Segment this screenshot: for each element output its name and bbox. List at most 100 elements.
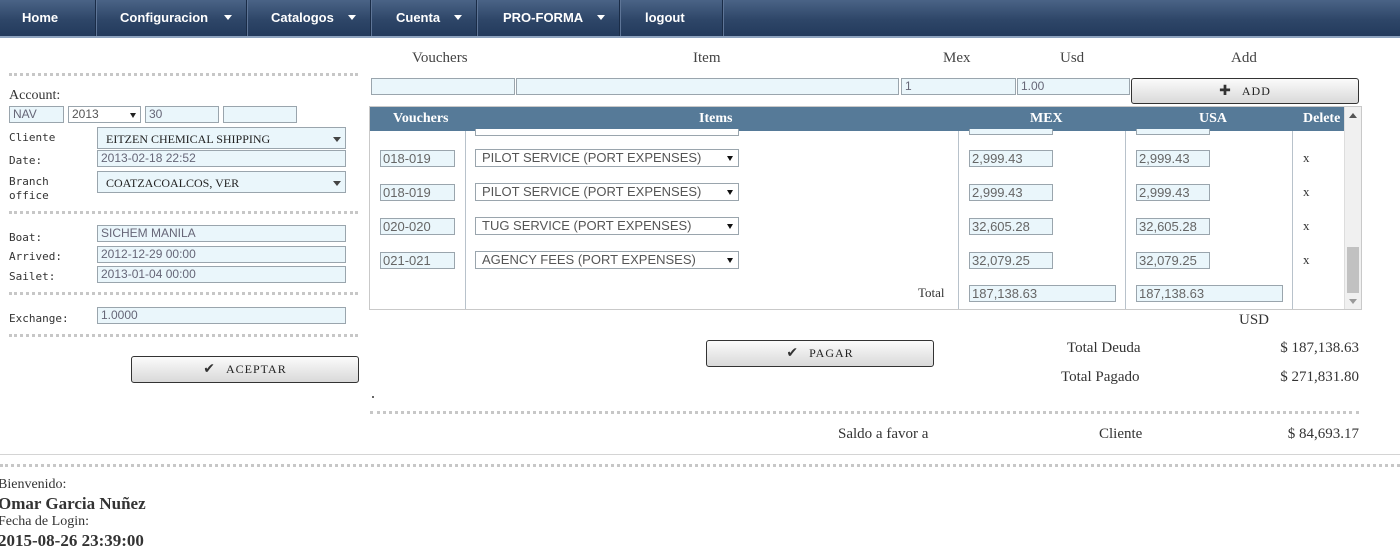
- total-label: Total: [918, 285, 945, 300]
- chevron-down-icon: [727, 258, 733, 263]
- row-mex-input[interactable]: 32,605.28: [969, 218, 1053, 235]
- account-year-value: 2013: [72, 107, 99, 121]
- pagar-button-label: PAGAR: [809, 346, 854, 360]
- account-label: Account:: [9, 88, 61, 103]
- scroll-down-icon[interactable]: [1349, 299, 1357, 304]
- add-mex-input[interactable]: 1: [901, 78, 1016, 95]
- boat-label: Boat:: [9, 231, 43, 244]
- arrived-input[interactable]: 2012-12-29 00:00: [97, 246, 346, 263]
- nav-cuenta-label: Cuenta: [396, 10, 441, 25]
- account-prefix-input[interactable]: NAV: [9, 106, 64, 123]
- row-mex-input[interactable]: 32,079.25: [969, 252, 1053, 269]
- row-usa-input[interactable]: 2,999.43: [1136, 150, 1210, 167]
- add-add-header: Add: [1231, 50, 1257, 66]
- pagar-button[interactable]: ✔ PAGAR: [706, 340, 934, 367]
- plus-icon: ✚: [1219, 83, 1232, 99]
- chevron-down-icon: [333, 181, 341, 186]
- table-row-partial: [1136, 129, 1210, 135]
- chevron-down-icon: [130, 113, 136, 118]
- row-item-select[interactable]: AGENCY FEES (PORT EXPENSES): [475, 251, 739, 269]
- add-vouchers-input[interactable]: [371, 78, 515, 95]
- row-delete-button[interactable]: x: [1303, 218, 1310, 234]
- row-item-select[interactable]: PILOT SERVICE (PORT EXPENSES): [475, 149, 739, 167]
- arrived-label: Arrived:: [9, 250, 62, 263]
- separator: [9, 292, 358, 295]
- saldo-party: Cliente: [1099, 426, 1143, 442]
- welcome-label: Bienvenido:: [0, 477, 67, 492]
- sailet-input[interactable]: 2013-01-04 00:00: [97, 266, 346, 283]
- row-mex-input[interactable]: 2,999.43: [969, 150, 1053, 167]
- column-divider: [958, 131, 959, 309]
- scroll-up-icon[interactable]: [1349, 113, 1357, 118]
- cliente-select[interactable]: EITZEN CHEMICAL SHIPPING: [97, 127, 346, 149]
- col-delete-header: Delete: [1303, 111, 1341, 126]
- row-usa-input[interactable]: 2,999.43: [1136, 184, 1210, 201]
- account-number-input[interactable]: 30: [145, 106, 219, 123]
- aceptar-button-label: ACEPTAR: [226, 362, 287, 376]
- chevron-down-icon: [727, 224, 733, 229]
- add-mex-header: Mex: [943, 50, 971, 66]
- row-voucher-input[interactable]: 018-019: [380, 184, 455, 201]
- branch-label-line2: office: [9, 189, 49, 202]
- nav-pro-forma[interactable]: PRO-FORMA: [477, 0, 620, 36]
- chevron-down-icon: [727, 156, 733, 161]
- cliente-label: Cliente: [9, 131, 56, 144]
- total-deuda-value: $ 187,138.63: [1280, 340, 1359, 356]
- add-button[interactable]: ✚ ADD: [1131, 78, 1359, 104]
- chevron-down-icon: [454, 15, 462, 20]
- table-scrollbar[interactable]: [1344, 107, 1361, 309]
- date-label: Date:: [9, 154, 43, 167]
- row-voucher-input[interactable]: 018-019: [380, 150, 455, 167]
- nav-pro-forma-label: PRO-FORMA: [503, 10, 584, 25]
- aceptar-button[interactable]: ✔ ACEPTAR: [131, 356, 359, 383]
- row-mex-input[interactable]: 2,999.43: [969, 184, 1053, 201]
- table-row-partial: [475, 129, 739, 136]
- separator: [9, 211, 358, 214]
- total-pagado-value: $ 271,831.80: [1280, 369, 1359, 385]
- row-item-select[interactable]: TUG SERVICE (PORT EXPENSES): [475, 217, 739, 235]
- column-divider: [465, 131, 466, 309]
- row-item-select[interactable]: PILOT SERVICE (PORT EXPENSES): [475, 183, 739, 201]
- table-row-partial: [969, 129, 1053, 135]
- nav-cuenta[interactable]: Cuenta: [371, 0, 477, 36]
- row-voucher-input[interactable]: 021-021: [380, 252, 455, 269]
- nav-home-label: Home: [22, 10, 59, 25]
- nav-catalogos[interactable]: Catalogos: [247, 0, 371, 36]
- date-input[interactable]: 2013-02-18 22:52: [97, 150, 346, 167]
- sailet-label: Sailet:: [9, 270, 56, 283]
- exchange-label: Exchange:: [9, 312, 69, 325]
- col-usa-header: USA: [1199, 111, 1228, 126]
- column-divider: [1292, 131, 1293, 309]
- row-delete-button[interactable]: x: [1303, 150, 1310, 166]
- add-button-label: ADD: [1241, 84, 1271, 98]
- login-date-label: Fecha de Login:: [0, 514, 89, 529]
- add-usd-input[interactable]: 1.00: [1017, 78, 1130, 95]
- total-deuda-label: Total Deuda: [1067, 340, 1141, 356]
- chevron-down-icon: [597, 15, 605, 20]
- row-usa-input[interactable]: 32,079.25: [1136, 252, 1210, 269]
- exchange-input[interactable]: 1.0000: [97, 307, 346, 324]
- nav-logout[interactable]: logout: [620, 0, 723, 36]
- nav-configuracion-label: Configuracion: [120, 10, 209, 25]
- account-extra-input[interactable]: [223, 106, 297, 123]
- footer-divider: [0, 454, 1400, 455]
- scrollbar-thumb[interactable]: [1347, 247, 1359, 293]
- row-item-value: PILOT SERVICE (PORT EXPENSES): [482, 150, 702, 165]
- top-nav-bar: Home Configuracion Catalogos Cuenta PRO-…: [0, 0, 1400, 38]
- total-mex-input: 187,138.63: [969, 285, 1116, 302]
- separator: [0, 464, 1400, 467]
- nav-configuracion[interactable]: Configuracion: [96, 0, 247, 36]
- nav-home[interactable]: Home: [0, 0, 96, 36]
- account-year-select[interactable]: 2013: [68, 106, 141, 123]
- boat-input[interactable]: SICHEM MANILA: [97, 225, 346, 242]
- row-usa-input[interactable]: 32,605.28: [1136, 218, 1210, 235]
- row-delete-button[interactable]: x: [1303, 184, 1310, 200]
- col-mex-header: MEX: [1030, 111, 1063, 126]
- column-divider: [1125, 131, 1126, 309]
- total-usa-input: 187,138.63: [1136, 285, 1283, 302]
- row-voucher-input[interactable]: 020-020: [380, 218, 455, 235]
- branch-office-value: COATZACOALCOS, VER: [106, 176, 240, 190]
- add-item-input[interactable]: [516, 78, 899, 95]
- branch-office-select[interactable]: COATZACOALCOS, VER: [97, 171, 346, 193]
- row-delete-button[interactable]: x: [1303, 252, 1310, 268]
